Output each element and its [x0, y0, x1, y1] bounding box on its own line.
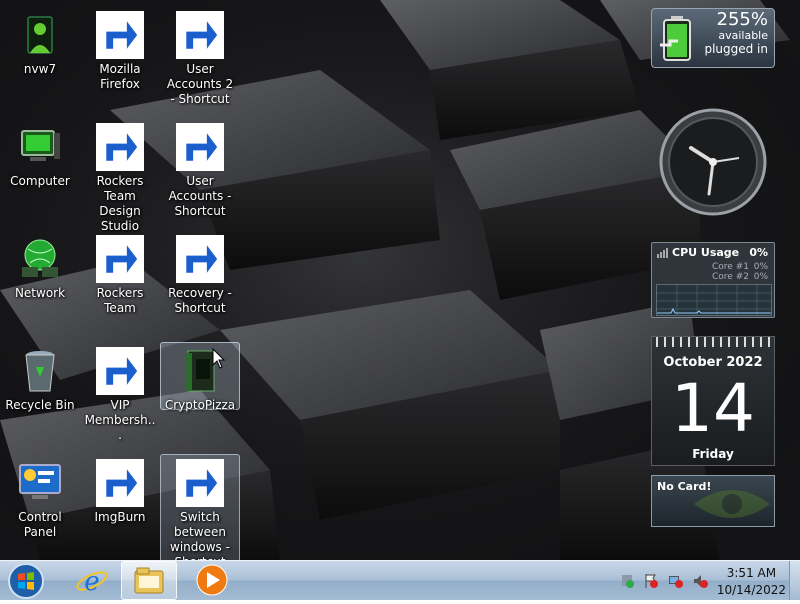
users-icon [176, 123, 224, 171]
desktop-icon-control-panel[interactable]: Control Panel [0, 454, 80, 560]
blank-file-icon [176, 11, 224, 59]
desktop-icon-recycle-bin[interactable]: Recycle Bin [0, 342, 80, 450]
taskbar: e 3:51 AM 10/14/2022 [0, 560, 800, 600]
shortcut-arrow-icon [176, 459, 224, 507]
calendar-weekday: Friday [692, 447, 734, 461]
disc-icon [96, 459, 144, 507]
desktop-icon-computer[interactable]: Computer [0, 118, 80, 226]
desktop-icon-user-accounts-2-shortcut[interactable]: User Accounts 2 - Shortcut [160, 6, 240, 114]
shortcut-arrow-icon [176, 11, 224, 59]
core2-value: 0% [753, 272, 768, 282]
desktop-icon-recovery-shortcut[interactable]: Recovery - Shortcut [160, 230, 240, 338]
internet-explorer-icon: e [96, 235, 144, 283]
core1-label: Core #1 [712, 262, 749, 272]
tray-volume-icon[interactable] [692, 573, 708, 589]
cpu-usage-gadget[interactable]: CPU Usage 0% Core #1 0% Core #2 0% [651, 242, 775, 318]
nvidia-gadget[interactable]: No Card! [651, 475, 775, 527]
taskbar-media-player[interactable] [190, 561, 234, 600]
media-player-icon [196, 564, 228, 596]
cpu-usage-graph [656, 284, 772, 316]
network-globe-icon [16, 235, 64, 283]
mouse-cursor-icon [212, 348, 226, 369]
internet-explorer-icon: e [96, 123, 144, 171]
taskbar-windows-explorer[interactable] [121, 561, 177, 600]
shortcut-arrow-icon [96, 123, 144, 171]
desktop-icon-rockers-team[interactable]: e Rockers Team [80, 230, 160, 338]
tray-flag-icon[interactable] [643, 573, 659, 589]
battery-status-plugged: plugged in [704, 42, 768, 56]
desktop-icon-nvw7[interactable]: nvw7 [0, 6, 80, 114]
tray-action-center-icon[interactable] [619, 573, 635, 589]
battery-status-available: available [718, 29, 768, 42]
computer-icon [16, 123, 64, 171]
calendar-month-year: October 2022 [663, 355, 763, 370]
desktop-icon-vip-membership[interactable]: e VIP Membersh... [80, 342, 160, 450]
taskbar-clock[interactable]: 3:51 AM 10/14/2022 [717, 565, 786, 599]
desktop-icon-imgburn[interactable]: ImgBurn [80, 454, 160, 560]
nvidia-app-icon [16, 11, 64, 59]
clock-gadget[interactable] [651, 108, 775, 216]
show-desktop-button[interactable] [789, 561, 800, 600]
desktop[interactable]: nvw7 Computer Network Recycle Bin Contro… [0, 0, 800, 560]
shortcut-arrow-icon [96, 235, 144, 283]
shortcut-arrow-icon [96, 347, 144, 395]
switch-windows-icon [176, 459, 224, 507]
windows-start-orb-icon [8, 563, 44, 599]
desktop-icon-rockers-team-design-studio[interactable]: e Rockers Team Design Studio [80, 118, 160, 233]
windows-explorer-icon [134, 567, 164, 594]
recycle-bin-icon [16, 347, 64, 395]
svg-text:e: e [84, 567, 99, 597]
core2-label: Core #2 [712, 272, 749, 282]
desktop-icon-network[interactable]: Network [0, 230, 80, 338]
firefox-icon [96, 11, 144, 59]
taskbar-internet-explorer[interactable]: e [70, 561, 114, 600]
internet-explorer-icon: e [96, 347, 144, 395]
calendar-day: 14 [671, 370, 755, 447]
cpu-usage-total: 0% [749, 246, 768, 259]
nvidia-message: No Card! [657, 480, 712, 493]
desktop-icon-cryptopizza[interactable]: CryptoPizza [160, 342, 240, 412]
recovery-icon [176, 235, 224, 283]
core1-value: 0% [753, 262, 768, 272]
start-button[interactable] [4, 562, 48, 600]
internet-explorer-icon: e [76, 567, 108, 597]
tray-network-icon[interactable] [668, 573, 684, 589]
analog-clock-icon [659, 108, 767, 216]
shortcut-arrow-icon [96, 11, 144, 59]
shortcut-arrow-icon [176, 235, 224, 283]
battery-percent: 255% [716, 9, 768, 30]
desktop-icon-firefox[interactable]: Mozilla Firefox [80, 6, 160, 114]
cpu-usage-title: CPU Usage [672, 246, 740, 259]
calendar-binding-icon [656, 337, 770, 347]
shortcut-arrow-icon [176, 123, 224, 171]
cpu-meter-icon [657, 248, 668, 258]
calendar-gadget[interactable]: October 2022 14 Friday [651, 336, 775, 466]
taskbar-date: 10/14/2022 [716, 583, 786, 597]
battery-gadget[interactable]: 255% available plugged in [651, 8, 775, 68]
desktop-icon-switch-between-windows-shortcut[interactable]: Switch between windows - Shortcut [160, 454, 240, 560]
taskbar-time: 3:51 AM [726, 566, 777, 580]
control-panel-icon [16, 459, 64, 507]
desktop-icon-user-accounts-shortcut[interactable]: User Accounts - Shortcut [160, 118, 240, 226]
shortcut-arrow-icon [96, 459, 144, 507]
battery-icon [660, 16, 691, 61]
